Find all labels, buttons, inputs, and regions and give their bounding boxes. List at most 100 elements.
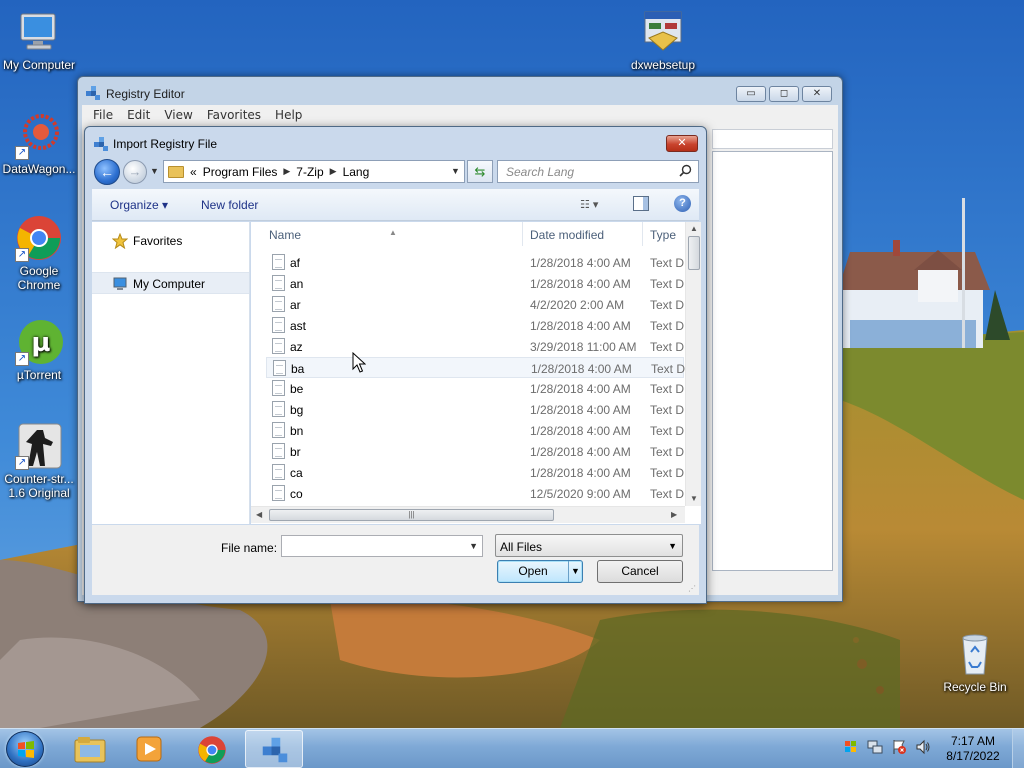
desktop-icon-label: µTorrent (16, 368, 62, 382)
desktop-icon-dxwebsetup[interactable]: dxwebsetup (624, 8, 702, 72)
vertical-scrollbar[interactable]: ▲ ▼ (685, 222, 701, 506)
file-type-select[interactable]: All Files ▼ (495, 534, 683, 557)
scroll-left-icon[interactable]: ◀ (256, 510, 262, 519)
column-date-modified[interactable]: Date modified (530, 228, 604, 242)
maximize-button[interactable]: ◻ (769, 86, 799, 102)
file-name: an (290, 277, 304, 291)
search-input[interactable]: Search Lang (497, 160, 699, 183)
column-type[interactable]: Type (650, 228, 676, 242)
file-row[interactable]: af 1/28/2018 4:00 AM Text D (266, 252, 684, 273)
column-divider[interactable] (522, 222, 523, 246)
refresh-button[interactable]: ⇆ (467, 160, 493, 183)
new-folder-button[interactable]: New folder (201, 198, 258, 212)
organize-button[interactable]: Organize ▾ (110, 198, 168, 212)
file-type: Text D (650, 403, 684, 417)
text-file-icon (272, 485, 285, 501)
desktop-icon-utorrent[interactable]: µ ↗ µTorrent (0, 318, 78, 382)
search-icon[interactable] (679, 164, 692, 177)
file-list[interactable]: ▲ Name Date modified Type af 1/28/2018 4:… (251, 222, 701, 524)
back-button[interactable]: ← (94, 159, 120, 185)
dialog-close-button[interactable]: ✕ (666, 135, 698, 152)
column-name[interactable]: Name (269, 228, 301, 242)
recent-locations-dropdown[interactable]: ▼ (150, 166, 159, 176)
file-row[interactable]: be 1/28/2018 4:00 AM Text D (266, 378, 684, 399)
taskbar-google-chrome[interactable] (183, 730, 241, 768)
file-row[interactable]: bg 1/28/2018 4:00 AM Text D (266, 399, 684, 420)
file-row[interactable]: az 3/29/2018 11:00 AM Text D (266, 336, 684, 357)
volume-icon[interactable] (915, 739, 931, 758)
scroll-down-icon[interactable]: ▼ (690, 494, 698, 503)
file-name-input[interactable]: ▼ (281, 535, 483, 557)
breadcrumb-lang[interactable]: Lang (343, 165, 370, 179)
desktop-icon-my-computer[interactable]: My Computer (0, 8, 78, 72)
file-type: Text D (650, 340, 684, 354)
file-row[interactable]: ast 1/28/2018 4:00 AM Text D (266, 315, 684, 336)
chevron-right-icon[interactable]: ▶ (330, 166, 337, 177)
file-row[interactable]: co 12/5/2020 9:00 AM Text D (266, 483, 684, 504)
file-name: ar (290, 298, 301, 312)
help-icon[interactable]: ? (674, 195, 691, 212)
file-row[interactable]: bn 1/28/2018 4:00 AM Text D (266, 420, 684, 441)
scroll-up-icon[interactable]: ▲ (690, 224, 698, 233)
desktop-icon-google-chrome[interactable]: ↗ Google Chrome (0, 214, 78, 292)
taskbar-registry-editor[interactable] (245, 730, 303, 768)
address-bar[interactable]: « Program Files ▶ 7-Zip ▶ Lang ▼ (163, 160, 465, 183)
vertical-scroll-thumb[interactable] (688, 236, 700, 270)
tray-flag-icon[interactable] (843, 739, 859, 758)
menu-help[interactable]: Help (270, 105, 307, 125)
menu-file[interactable]: File (88, 105, 118, 125)
action-center-icon[interactable] (891, 739, 907, 758)
desktop-icon-label: Recycle Bin (943, 680, 1007, 694)
taskbar-media-player[interactable] (121, 730, 179, 768)
network-icon[interactable] (867, 739, 883, 758)
values-pane[interactable] (712, 151, 833, 571)
file-row[interactable]: ba 1/28/2018 4:00 AM Text D (266, 357, 685, 378)
address-dropdown-button[interactable]: ▼ (446, 161, 464, 182)
change-view-button[interactable]: ☷ ▾ (580, 198, 598, 211)
horizontal-scroll-thumb[interactable]: ||| (269, 509, 554, 521)
menu-edit[interactable]: Edit (122, 105, 155, 125)
registry-editor-icon (94, 137, 108, 151)
file-date-modified: 1/28/2018 4:00 AM (530, 424, 631, 438)
forward-button[interactable]: → (123, 160, 147, 184)
file-row[interactable]: an 1/28/2018 4:00 AM Text D (266, 273, 684, 294)
file-row[interactable]: ar 4/2/2020 2:00 AM Text D (266, 294, 684, 315)
text-file-icon (272, 401, 285, 417)
desktop-icon-recycle-bin[interactable]: Recycle Bin (936, 630, 1014, 694)
breadcrumb-7zip[interactable]: 7-Zip (296, 165, 323, 179)
open-button[interactable]: Open ▼ (497, 560, 583, 583)
dialog-title: Import Registry File (113, 137, 218, 151)
nav-item-my-computer[interactable]: My Computer (92, 272, 249, 294)
taskbar-windows-explorer[interactable] (61, 730, 119, 768)
clock[interactable]: 7:17 AM 8/17/2022 (940, 734, 1006, 764)
file-row[interactable]: ca 1/28/2018 4:00 AM Text D (266, 462, 684, 483)
open-split-dropdown[interactable]: ▼ (568, 561, 582, 582)
breadcrumb-program-files[interactable]: Program Files (203, 165, 278, 179)
file-type: Text D (650, 466, 684, 480)
horizontal-scrollbar[interactable]: ◀ ||| ▶ (251, 506, 685, 523)
nav-item-favorites[interactable]: Favorites (92, 230, 249, 252)
column-divider[interactable] (642, 222, 643, 246)
desktop-icon-counter-strike[interactable]: ↗ Counter-str... 1.6 Original (0, 422, 78, 500)
close-button[interactable]: ✕ (802, 86, 832, 102)
desktop-icon-datawagon[interactable]: ↗ DataWagon... (0, 112, 78, 176)
minimize-button[interactable]: ▭ (736, 86, 766, 102)
menu-view[interactable]: View (159, 105, 197, 125)
desktop-icon-label: Google Chrome (17, 264, 61, 292)
registry-editor-title: Registry Editor (106, 87, 185, 101)
start-button[interactable] (6, 731, 44, 767)
registry-editor-titlebar[interactable]: Registry Editor ▭ ◻ ✕ (78, 77, 842, 107)
file-name: br (290, 445, 301, 459)
cancel-button[interactable]: Cancel (597, 560, 683, 583)
scroll-right-icon[interactable]: ▶ (671, 510, 677, 519)
resize-grip[interactable]: ⋰ (688, 584, 696, 593)
import-registry-dialog[interactable]: Import Registry File ✕ ← → ▼ « Program F… (84, 126, 707, 604)
file-name: ca (290, 466, 303, 480)
menu-favorites[interactable]: Favorites (202, 105, 266, 125)
preview-pane-icon[interactable] (633, 196, 649, 211)
file-row[interactable]: br 1/28/2018 4:00 AM Text D (266, 441, 684, 462)
show-desktop-button[interactable] (1012, 729, 1024, 768)
breadcrumb-overflow[interactable]: « (190, 165, 197, 179)
chevron-down-icon[interactable]: ▼ (469, 541, 478, 551)
chevron-right-icon[interactable]: ▶ (283, 166, 290, 177)
